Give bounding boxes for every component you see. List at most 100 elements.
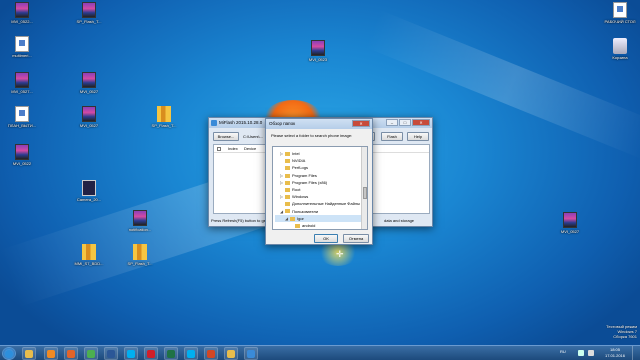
clock-date: 17.01.2016 (604, 353, 626, 358)
archive-icon (82, 244, 96, 260)
close-icon[interactable]: ✕ (412, 119, 430, 126)
tree-scrollbar[interactable] (361, 147, 367, 229)
tree-item-label: Program Files (292, 172, 317, 178)
browse-button[interactable]: Browse... (213, 132, 239, 141)
dialog-prompt: Please select a folder to search phone i… (271, 133, 353, 138)
taskbar-button[interactable] (204, 347, 218, 360)
taskbar-button[interactable] (244, 347, 258, 360)
folder-icon (285, 202, 290, 207)
language-indicator[interactable]: RU (560, 349, 566, 354)
column-device[interactable]: Device (244, 145, 256, 153)
column-index[interactable]: Index (228, 145, 238, 153)
taskbar-button[interactable] (124, 347, 138, 360)
show-desktop-button[interactable] (632, 346, 640, 360)
help-button[interactable]: Help (407, 132, 429, 141)
tree-item[interactable]: ◢ Igor (275, 214, 361, 222)
video-file-icon (82, 106, 96, 122)
desktop-icon-label: notification... (128, 227, 152, 232)
tray-volume-icon[interactable] (588, 350, 594, 356)
minimize-icon[interactable]: – (386, 119, 398, 126)
desktop-icon-label: SP_Flash_T... (151, 123, 177, 128)
skype-icon (187, 350, 195, 358)
maximize-icon[interactable]: □ (399, 119, 411, 126)
video-file-icon (15, 72, 29, 88)
miflash-title: MiFlash 2015.10.28.0 (219, 120, 263, 125)
taskbar-button[interactable] (144, 347, 158, 360)
video-file-icon (82, 2, 96, 18)
clock[interactable]: 18:05 17.01.2016 (600, 347, 630, 359)
tree-item[interactable]: ▷ Windows (275, 193, 361, 200)
tree-item[interactable]: ▷ Program Files (275, 172, 361, 179)
device-checkbox[interactable] (217, 147, 221, 151)
cancel-button[interactable]: Отмена (343, 234, 369, 243)
miflash-icon (247, 350, 255, 358)
flash-button[interactable]: Flash (381, 132, 403, 141)
taskbar-button[interactable] (224, 347, 238, 360)
close-icon[interactable]: ✕ (352, 120, 370, 127)
tree-item[interactable]: Дополнительные Найденные Файлы (275, 200, 361, 207)
folder-icon (285, 195, 290, 200)
document-icon (613, 2, 627, 18)
desktop-icon[interactable]: MVI_0527... (0, 72, 44, 94)
tree-item-label: android (302, 222, 316, 228)
desktop-icon[interactable]: Корзина (598, 38, 640, 60)
taskbar-button[interactable] (84, 347, 98, 360)
folder-icon (285, 166, 290, 171)
ok-button[interactable]: OK (314, 234, 338, 243)
tree-item-label: NVIDIA (292, 158, 306, 164)
taskbar-button[interactable] (22, 347, 36, 360)
tree-item[interactable]: Root (275, 186, 361, 193)
desktop-icon[interactable]: MVI_0523 (296, 40, 340, 62)
video-file-icon (15, 2, 29, 18)
taskbar: RU 18:05 17.01.2016 (0, 345, 640, 360)
desktop-icon-label: SP_Flash_T... (127, 261, 153, 266)
desktop-icon[interactable]: SP_Flash_T... (67, 2, 111, 24)
tree-item-label: Пользователи (292, 208, 319, 214)
browse-folder-dialog[interactable]: Обзор папок ✕ Please select a folder to … (265, 118, 373, 245)
tree-item[interactable]: ◢ Пользователи (275, 208, 361, 215)
desktop-icon[interactable]: multimeri... (0, 36, 44, 58)
desktop-icon[interactable]: ПЛАН_ВЫТИ... (0, 106, 44, 128)
desktop-icon[interactable]: MVI_0527 (67, 106, 111, 128)
desktop-icon-label: MVI_0527 (79, 123, 99, 128)
desktop-icon[interactable]: РАБОЧИЙ СТОЛ (598, 2, 640, 24)
taskbar-button[interactable] (64, 347, 78, 360)
desktop-icon-label: MMI_S7_BDD... (74, 261, 104, 266)
status-text: Press Refresh(F5) button to get (211, 218, 268, 223)
folder-icon (227, 350, 235, 358)
taskbar-button[interactable] (164, 347, 178, 360)
dialog-titlebar[interactable]: Обзор папок ✕ (266, 119, 372, 129)
desktop-icon[interactable]: SP_Flash_T... (142, 106, 186, 128)
tree-item-label: Дополнительные Найденные Файлы (292, 201, 361, 207)
chrome-icon (87, 350, 95, 358)
opera-icon (147, 350, 155, 358)
desktop-icon[interactable]: MVI_0522 (0, 144, 44, 166)
desktop-icon-label: Корзина (612, 55, 628, 60)
taskbar-button[interactable] (184, 347, 198, 360)
desktop-icon[interactable]: SP_Flash_T... (118, 244, 162, 266)
tree-item[interactable]: ▷ Intel (275, 150, 361, 157)
folder-tree[interactable]: ▷ Intel NVIDIA PerfLogs ▷ Program Files ▷ Progr… (272, 146, 368, 230)
desktop-icon[interactable]: MVI_0527 (67, 72, 111, 94)
tree-item[interactable]: ▷ Program Files (x86) (275, 179, 361, 186)
tree-item[interactable]: android (275, 222, 361, 229)
desktop-icon[interactable]: notification... (118, 210, 162, 232)
desktop-icon[interactable]: MMI_S7_BDD... (67, 244, 111, 266)
folder-icon (290, 216, 295, 221)
desktop-icon[interactable]: MVI_0527 (548, 212, 592, 234)
path-field[interactable]: C:\Users\... (243, 133, 265, 141)
desktop-icon-label: РАБОЧИЙ СТОЛ (604, 19, 636, 24)
taskbar-button[interactable] (44, 347, 58, 360)
desktop-icon[interactable]: Camera_20... (67, 180, 111, 202)
tree-item[interactable]: NVIDIA (275, 157, 361, 164)
tree-item-label: PerfLogs (292, 165, 309, 171)
scrollbar-thumb[interactable] (363, 187, 367, 199)
taskbar-button[interactable] (104, 347, 118, 360)
start-button[interactable] (2, 347, 16, 360)
tray-network-icon[interactable] (578, 350, 584, 356)
archive-icon (157, 106, 171, 122)
tree-item[interactable]: PerfLogs (275, 164, 361, 171)
desktop-icon-label: multimeri... (12, 53, 32, 58)
miflash-icon (211, 120, 217, 126)
desktop-icon[interactable]: MVI_0522... (0, 2, 44, 24)
